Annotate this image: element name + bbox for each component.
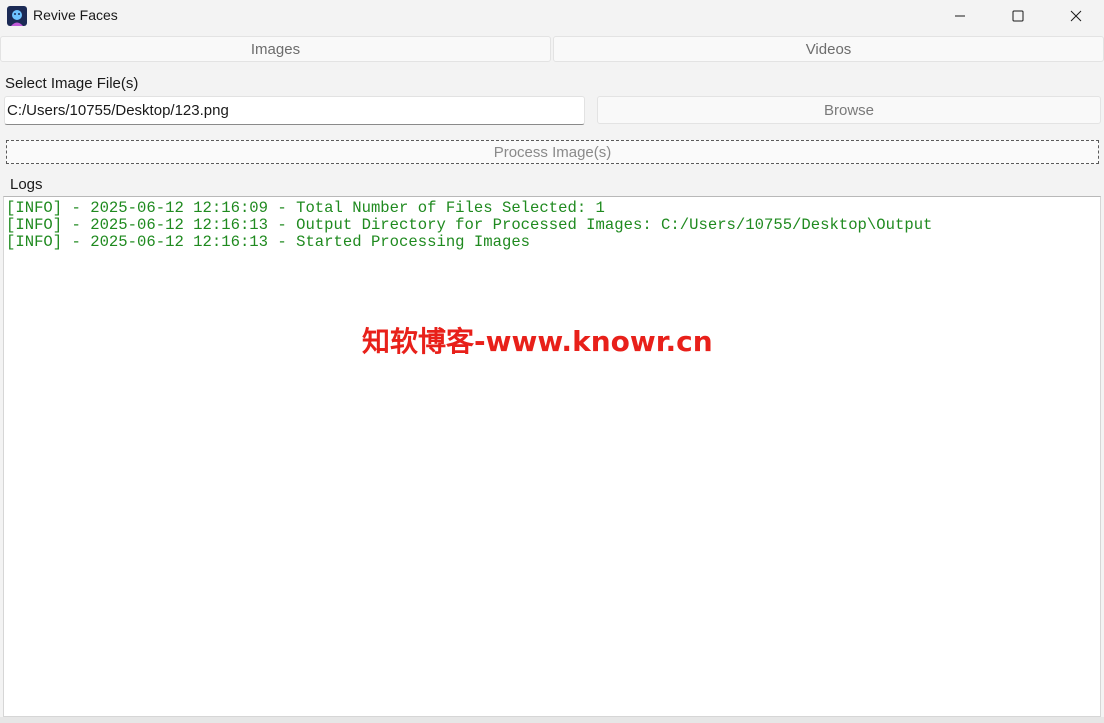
log-line: [INFO] - 2025-06-12 12:16:13 - Started P… <box>6 233 531 251</box>
select-image-label: Select Image File(s) <box>5 75 139 92</box>
log-output[interactable]: [INFO] - 2025-06-12 12:16:09 - Total Num… <box>3 196 1101 717</box>
minimize-button[interactable] <box>931 0 989 32</box>
log-line: [INFO] - 2025-06-12 12:16:09 - Total Num… <box>6 199 605 217</box>
file-path-input[interactable] <box>4 96 585 125</box>
app-icon <box>7 6 27 26</box>
minimize-icon <box>955 15 965 17</box>
browse-button[interactable]: Browse <box>597 96 1101 124</box>
window-title: Revive Faces <box>33 7 118 23</box>
tab-images[interactable]: Images <box>0 36 551 62</box>
title-bar[interactable]: Revive Faces <box>0 0 1104 32</box>
log-line: [INFO] - 2025-06-12 12:16:13 - Output Di… <box>6 216 933 234</box>
close-button[interactable] <box>1047 0 1104 32</box>
bottom-edge <box>0 717 1104 723</box>
app-window: Revive Faces Images Videos Select Image … <box>0 0 1104 723</box>
tab-videos[interactable]: Videos <box>553 36 1104 62</box>
watermark-text: 知软博客-www.knowr.cn <box>362 325 713 358</box>
maximize-button[interactable] <box>989 0 1047 32</box>
process-images-button[interactable]: Process Image(s) <box>6 140 1099 164</box>
logs-label: Logs <box>10 176 43 193</box>
maximize-icon <box>1012 10 1024 22</box>
close-icon <box>1070 10 1082 22</box>
